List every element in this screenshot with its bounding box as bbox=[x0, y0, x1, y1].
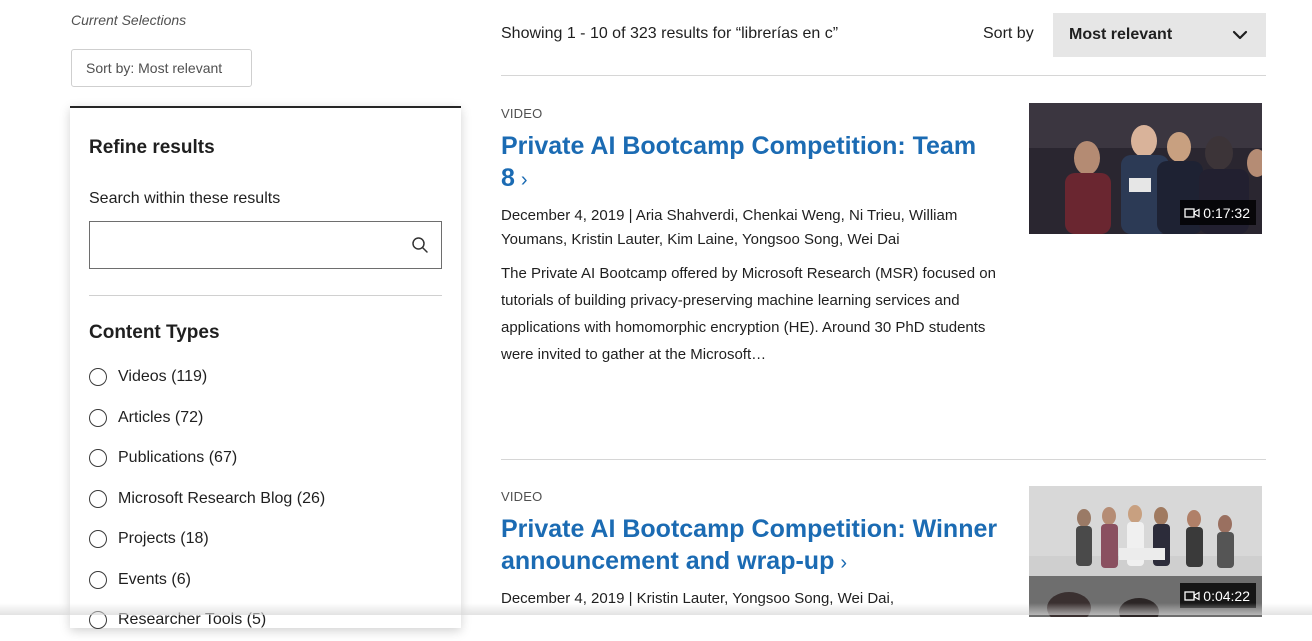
video-duration: 0:04:22 bbox=[1203, 587, 1250, 604]
search-within-label: Search within these results bbox=[89, 190, 281, 207]
content-type-label: Videos (119) bbox=[118, 368, 208, 386]
content-type-videos[interactable]: Videos (119) bbox=[89, 357, 325, 398]
chevron-down-icon bbox=[1232, 30, 1248, 40]
sort-select[interactable]: Most relevant bbox=[1053, 13, 1266, 57]
radio-icon[interactable] bbox=[89, 530, 107, 549]
video-camera-icon bbox=[1184, 207, 1200, 218]
video-thumbnail[interactable]: 0:04:22 bbox=[1029, 486, 1262, 617]
results-count: Showing 1 - 10 of 323 results for “libre… bbox=[501, 25, 839, 42]
content-type-projects[interactable]: Projects (18) bbox=[89, 519, 325, 560]
result-title: Private AI Bootcamp Competition: Team 8 bbox=[501, 132, 977, 192]
search-icon[interactable] bbox=[411, 236, 429, 254]
content-type-label: Publications (67) bbox=[118, 449, 238, 467]
video-duration: 0:17:32 bbox=[1203, 204, 1250, 221]
result-card: VIDEO Private AI Bootcamp Competition: W… bbox=[501, 486, 1266, 617]
radio-icon[interactable] bbox=[89, 449, 107, 468]
result-title: Private AI Bootcamp Competition: Winner … bbox=[501, 515, 998, 575]
result-card: VIDEO Private AI Bootcamp Competition: T… bbox=[501, 103, 1266, 368]
result-divider bbox=[501, 459, 1266, 460]
result-description: The Private AI Bootcamp offered by Micro… bbox=[501, 265, 996, 363]
content-type-list: Videos (119) Articles (72) Publications … bbox=[89, 357, 325, 641]
content-types-title: Content Types bbox=[89, 322, 220, 343]
content-type-events[interactable]: Events (6) bbox=[89, 560, 325, 601]
chevron-right-icon: › bbox=[520, 169, 528, 191]
bottom-scroll-shadow bbox=[0, 603, 1312, 615]
result-title-link[interactable]: Private AI Bootcamp Competition: Team 8 › bbox=[501, 130, 1001, 196]
chevron-right-icon: › bbox=[840, 552, 848, 574]
content-type-publications[interactable]: Publications (67) bbox=[89, 438, 325, 479]
panel-divider bbox=[89, 295, 442, 296]
search-within-input[interactable] bbox=[100, 222, 404, 268]
refine-panel: Refine results Search within these resul… bbox=[70, 106, 461, 630]
content-type-label: Microsoft Research Blog (26) bbox=[118, 489, 326, 507]
sort-select-value: Most relevant bbox=[1069, 26, 1173, 43]
content-type-label: Articles (72) bbox=[118, 408, 204, 426]
search-within-box bbox=[89, 221, 442, 269]
video-camera-icon bbox=[1184, 590, 1200, 601]
video-duration-badge: 0:17:32 bbox=[1180, 200, 1256, 225]
content-type-label: Events (6) bbox=[118, 570, 191, 588]
radio-icon[interactable] bbox=[89, 570, 107, 589]
result-meta: December 4, 2019 | Aria Shahverdi, Chenk… bbox=[501, 207, 958, 248]
radio-icon[interactable] bbox=[89, 408, 107, 427]
sort-by-label: Sort by bbox=[983, 25, 1034, 42]
content-type-label: Projects (18) bbox=[118, 530, 209, 548]
content-type-blog[interactable]: Microsoft Research Blog (26) bbox=[89, 479, 325, 520]
radio-icon[interactable] bbox=[89, 489, 107, 508]
current-selections-label: Current Selections bbox=[71, 12, 187, 28]
video-thumbnail[interactable]: 0:17:32 bbox=[1029, 103, 1262, 234]
sort-selection-chip[interactable]: Sort by: Most relevant bbox=[71, 49, 252, 87]
header-divider bbox=[501, 75, 1266, 76]
radio-icon[interactable] bbox=[89, 368, 107, 387]
refine-title: Refine results bbox=[89, 137, 215, 158]
content-type-articles[interactable]: Articles (72) bbox=[89, 398, 325, 439]
result-title-link[interactable]: Private AI Bootcamp Competition: Winner … bbox=[501, 513, 1001, 579]
